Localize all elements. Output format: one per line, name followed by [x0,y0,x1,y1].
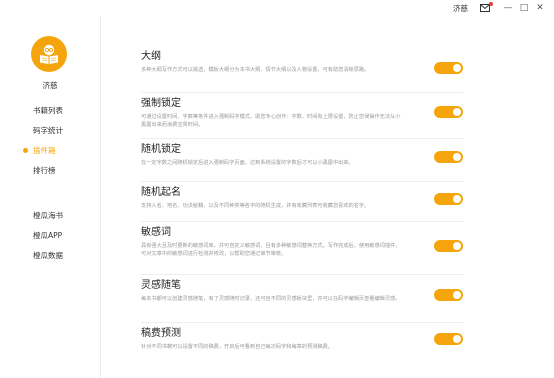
plugin-royalty-forecast: 稿费预测 针对不同书籍可以设置不同的稿费，开启后可看到自己每次码字和每章的预测稿… [141,322,463,356]
toggle-knob [453,153,461,161]
sidebar-item-label: 书籍列表 [33,106,63,115]
plugin-toggle-outline[interactable] [434,62,463,74]
sidebar-item-label: 橙瓜APP [33,231,63,240]
plugin-description: 可通过设置时间、字数等条件进入强制码字模式。助您专心创作：字数、时间有上限设置，… [141,114,401,128]
sidebar-item-typing-stats[interactable]: 码字统计 [33,125,63,136]
plugin-description: 在一定字数之间随机锁定后进入强制码字页面，达到系统设置的字数后才可以小黑屋中出来… [141,160,354,166]
plugin-description: 具有强大且及时更新的敏感词库，并可自定义敏感词，且有多种敏感词替换方式。写作完成… [141,243,401,257]
toggle-knob [453,195,461,203]
sidebar-item-chenggua-books[interactable]: 橙瓜海书 [33,210,63,221]
avatar[interactable] [31,36,67,72]
plugin-random-lock: 随机锁定 在一定字数之间随机锁定后进入强制码字页面，达到系统设置的字数后才可以小… [141,138,463,182]
plugin-toggle-random-lock[interactable] [434,151,463,163]
sidebar: 济慈 书籍列表 码字统计 插件箱 排行榜 橙瓜海书 橙瓜APP 橙瓜数据 [0,16,101,378]
toggle-knob [453,64,461,72]
plugin-inspiration-notes: 灵感随笔 每本书都可以创建灵感随笔，有了灵感随时记录，还可自不同的灵感板块里，并… [141,274,463,323]
plugin-title: 大纲 [141,51,161,62]
plugin-description: 支持人名、地名、功法秘籍、以及不同种类等各字的随机生成，并有收藏列表可收藏您喜欢… [141,203,370,209]
sidebar-item-label: 橙瓜海书 [33,211,63,220]
plugin-description: 针对不同书籍可以设置不同的稿费，开启后可看到自己每次码字和每章的预测稿费。 [141,344,333,350]
sidebar-item-book-list[interactable]: 书籍列表 [33,105,63,116]
active-indicator-dot [23,148,28,153]
plugin-toggle-inspiration-notes[interactable] [434,289,463,301]
sidebar-item-rankings[interactable]: 排行榜 [33,165,56,176]
plugin-toggle-sensitive-words[interactable] [434,240,463,252]
plugin-title: 强制锁定 [141,98,181,109]
plugin-title: 随机锁定 [141,144,181,155]
plugin-description: 多种大纲写作方式可以挑选，模板大纲分为本书大纲、情节大纲以及人物设置，可有助您清… [141,67,370,73]
plugin-random-name: 随机起名 支持人名、地名、功法秘籍、以及不同种类等各字的随机生成，并有收藏列表可… [141,181,463,222]
plugin-title: 稿费预测 [141,328,181,339]
plugin-list: 大纲 多种大纲写作方式可以挑选，模板大纲分为本书大纲、情节大纲以及人物设置，可有… [101,16,554,378]
plugin-toggle-random-name[interactable] [434,193,463,205]
sidebar-item-chenggua-data[interactable]: 橙瓜数据 [33,250,63,261]
titlebar-user-name[interactable]: 济慈 [453,3,468,14]
plugin-sensitive-words: 敏感词 具有强大且及时更新的敏感词库，并可自定义敏感词，且有多种敏感词替换方式。… [141,221,463,275]
plugin-outline: 大纲 多种大纲写作方式可以挑选，模板大纲分为本书大纲、情节大纲以及人物设置，可有… [141,50,463,93]
toggle-knob [453,108,461,116]
plugin-description: 每本书都可以创建灵感随笔，有了灵感随时记录，还可自不同的灵感板块里，并可以在码字… [141,296,401,302]
plugin-title: 敏感词 [141,227,171,238]
sidebar-item-plugin-box[interactable]: 插件箱 [23,145,56,156]
sidebar-item-label: 排行榜 [33,166,56,175]
window-titlebar: 济慈 — □ ✕ [0,0,554,16]
toggle-knob [453,291,461,299]
sidebar-item-label: 插件箱 [33,146,56,155]
sidebar-item-chenggua-app[interactable]: 橙瓜APP [33,230,62,241]
sidebar-item-label: 橙瓜数据 [33,251,63,260]
toggle-knob [453,242,461,250]
sidebar-item-label: 码字统计 [33,126,63,135]
plugin-force-lock: 强制锁定 可通过设置时间、字数等条件进入强制码字模式。助您专心创作：字数、时间有… [141,92,463,139]
notification-badge [489,2,493,6]
plugin-toggle-force-lock[interactable] [434,106,463,118]
plugin-toggle-royalty-forecast[interactable] [434,333,463,345]
sidebar-user-name: 济慈 [42,81,58,90]
plugin-title: 随机起名 [141,187,181,198]
mail-icon[interactable] [480,2,493,12]
toggle-knob [453,335,461,343]
book-reader-avatar-icon [40,44,58,64]
maximize-button[interactable]: □ [518,3,530,13]
close-button[interactable]: ✕ [534,3,546,13]
minimize-button[interactable]: — [502,3,514,13]
plugin-title: 灵感随笔 [141,280,181,291]
